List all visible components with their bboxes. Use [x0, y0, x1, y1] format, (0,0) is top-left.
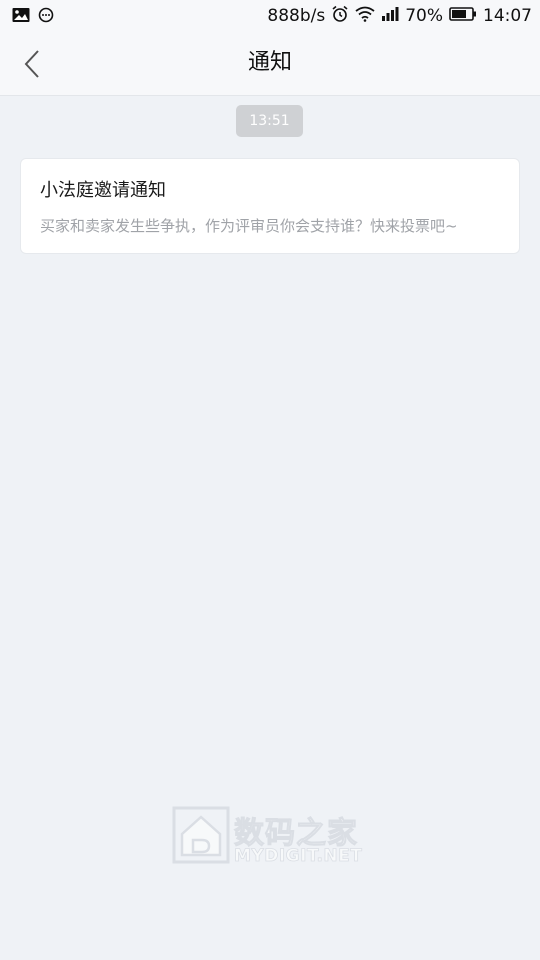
- network-speed: 888b/s: [267, 6, 326, 26]
- status-bar: 888b/s 70% 14:07: [0, 0, 540, 32]
- house-logo-icon: [172, 806, 230, 864]
- notification-description: 买家和卖家发生些争执，作为评审员你会支持谁？快来投票吧~: [40, 217, 458, 235]
- watermark-logo: 数码之家 MYDIGIT.NET: [172, 806, 368, 868]
- message-timestamp: 13:51: [236, 105, 303, 137]
- status-system-icons: 888b/s 70% 14:07: [267, 5, 532, 28]
- watermark-brand-en: MYDIGIT.NET: [234, 846, 363, 867]
- page-title: 通知: [247, 50, 292, 75]
- wifi-icon: [355, 6, 375, 27]
- chat-bubble-icon: [38, 7, 54, 28]
- battery-percent: 70%: [405, 6, 443, 26]
- battery-icon: [449, 6, 477, 27]
- status-notification-icons: [12, 7, 54, 28]
- clock-time: 14:07: [483, 6, 532, 26]
- notification-card[interactable]: 小法庭邀请通知 买家和卖家发生些争执，作为评审员你会支持谁？快来投票吧~: [20, 158, 520, 254]
- navigation-header: 通知: [0, 32, 540, 96]
- signal-icon: [381, 6, 399, 27]
- image-icon: [12, 7, 30, 28]
- notification-title: 小法庭邀请通知: [40, 180, 166, 201]
- alarm-icon: [331, 5, 349, 28]
